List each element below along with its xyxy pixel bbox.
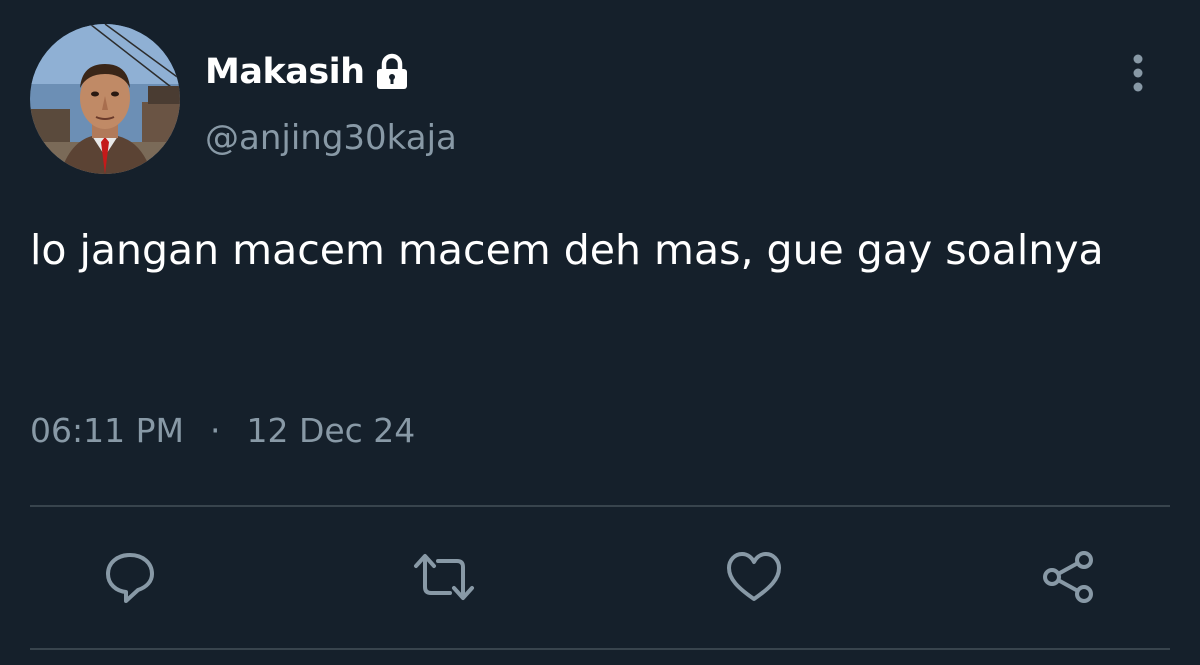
retweet-button[interactable] [412,545,476,609]
retweet-icon [414,554,474,600]
heart-icon [727,552,781,601]
meta-separator: · [209,411,221,450]
avatar[interactable] [30,24,180,174]
display-name[interactable]: Makasih [205,50,365,94]
more-vertical-icon [1133,54,1143,92]
tweet-text: lo jangan macem macem deh mas, gue gay s… [30,226,1104,274]
author-name-row[interactable]: Makasih [205,50,409,94]
tweet-date[interactable]: 12 Dec 24 [246,409,415,453]
avatar-photo [30,24,180,174]
share-icon [1043,551,1093,603]
divider [30,648,1170,650]
reply-icon [106,553,154,603]
reply-button[interactable] [98,545,162,609]
tweet-meta: 06:11 PM · 12 Dec 24 [30,409,415,453]
divider [30,505,1170,507]
author-handle[interactable]: @anjing30kaja [205,116,457,160]
more-options-button[interactable] [1118,52,1158,96]
like-button[interactable] [722,545,786,609]
lock-icon [375,53,409,91]
share-button[interactable] [1036,545,1100,609]
tweet-time[interactable]: 06:11 PM [30,409,184,453]
